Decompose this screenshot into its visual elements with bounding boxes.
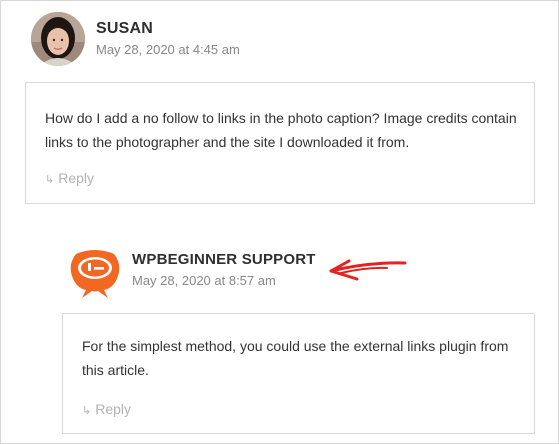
reply-arrow-icon: ↳ bbox=[45, 174, 55, 186]
reply-link[interactable]: ↳ Reply bbox=[45, 170, 94, 186]
comment-text: How do I add a no follow to links in the… bbox=[45, 110, 517, 150]
comment-thread: SUSAN May 28, 2020 at 4:45 am How do I a… bbox=[0, 0, 559, 444]
reply-label: Reply bbox=[95, 401, 132, 417]
comment-date[interactable]: May 28, 2020 at 4:45 am bbox=[96, 42, 240, 57]
comment-text: For the simplest method, you could use t… bbox=[82, 338, 509, 378]
wpbeginner-logo-icon bbox=[68, 246, 122, 298]
comment-body: How do I add a no follow to links in the… bbox=[25, 82, 535, 204]
red-arrow-annotation-icon bbox=[327, 257, 409, 292]
comment-body: For the simplest method, you could use t… bbox=[62, 313, 535, 434]
comment-date[interactable]: May 28, 2020 at 8:57 am bbox=[132, 273, 276, 288]
avatar bbox=[31, 12, 85, 66]
reply-arrow-icon: ↳ bbox=[82, 405, 92, 417]
comment-author: WPBEGINNER SUPPORT bbox=[132, 251, 316, 268]
comment-author: SUSAN bbox=[96, 20, 154, 37]
reply-link[interactable]: ↳ Reply bbox=[82, 401, 131, 417]
reply-label: Reply bbox=[58, 170, 95, 186]
